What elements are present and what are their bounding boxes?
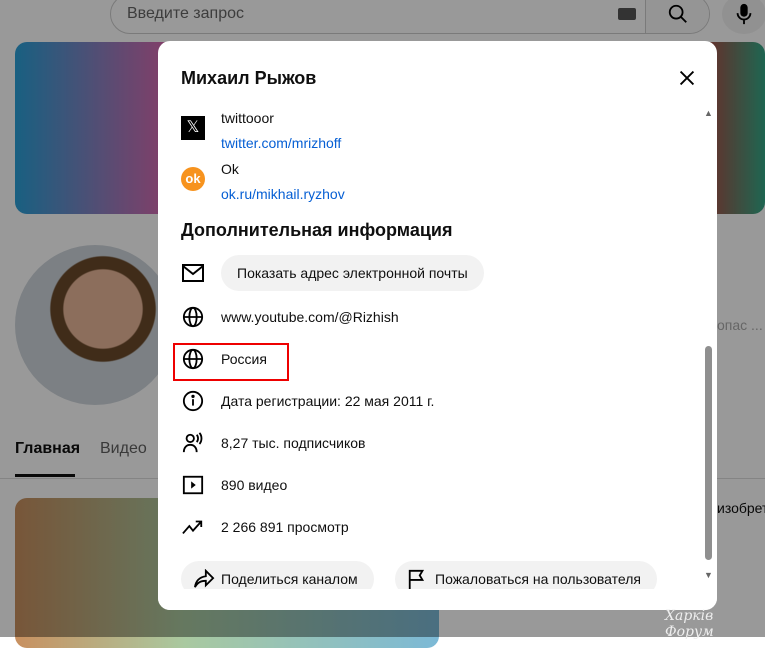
scroll-up-arrow[interactable]: ▲ bbox=[704, 108, 713, 118]
trending-icon bbox=[181, 515, 205, 539]
scrollbar-thumb[interactable] bbox=[705, 346, 712, 560]
video-count: 890 видео bbox=[221, 477, 288, 493]
joined-row: Дата регистрации: 22 мая 2011 г. bbox=[181, 389, 434, 413]
subscriber-count: 8,27 тыс. подписчиков bbox=[221, 435, 366, 451]
info-icon bbox=[181, 389, 205, 413]
website-link[interactable]: www.youtube.com/@Rizhish bbox=[221, 309, 399, 325]
show-email-button[interactable]: Показать адрес электронной почты bbox=[221, 255, 484, 291]
link-url[interactable]: twitter.com/mrizhoff bbox=[221, 135, 341, 151]
channel-about-dialog: Михаил Рыжов 𝕏 twittooor twitter.com/mri… bbox=[158, 41, 717, 610]
watermark: Харків Форум bbox=[665, 608, 714, 640]
x-icon: 𝕏 bbox=[181, 116, 205, 140]
view-count: 2 266 891 просмотр bbox=[221, 519, 349, 535]
flag-icon bbox=[408, 569, 425, 589]
share-label: Поделиться каналом bbox=[221, 571, 358, 587]
videos-row: 890 видео bbox=[181, 473, 287, 497]
odnoklassniki-icon: ok bbox=[181, 167, 205, 191]
share-icon bbox=[194, 569, 215, 588]
joined-date: Дата регистрации: 22 мая 2011 г. bbox=[221, 393, 435, 409]
section-title: Дополнительная информация bbox=[181, 220, 453, 240]
link-name: Ok bbox=[221, 161, 239, 177]
link-name: twittooor bbox=[221, 110, 274, 126]
mail-icon bbox=[181, 261, 205, 285]
close-icon[interactable] bbox=[676, 67, 698, 89]
globe-icon bbox=[181, 305, 205, 329]
website-row: www.youtube.com/@Rizhish bbox=[181, 305, 399, 329]
video-icon bbox=[181, 473, 205, 497]
views-row: 2 266 891 просмотр bbox=[181, 515, 349, 539]
report-label: Пожаловаться на пользователя bbox=[435, 571, 641, 587]
email-row: Показать адрес электронной почты bbox=[181, 255, 484, 291]
scroll-down-arrow[interactable]: ▼ bbox=[704, 570, 713, 580]
subscribers-row: 8,27 тыс. подписчиков bbox=[181, 431, 365, 455]
dialog-title: Михаил Рыжов bbox=[181, 68, 317, 88]
link-url[interactable]: ok.ru/mikhail.ryzhov bbox=[221, 186, 345, 202]
dialog-footer bbox=[158, 589, 717, 610]
subscribers-icon bbox=[181, 431, 205, 455]
link-twitter: 𝕏 twittooor twitter.com/mrizhoff bbox=[181, 110, 341, 151]
highlight-box bbox=[173, 343, 289, 381]
link-ok: ok Ok ok.ru/mikhail.ryzhov bbox=[181, 161, 345, 202]
